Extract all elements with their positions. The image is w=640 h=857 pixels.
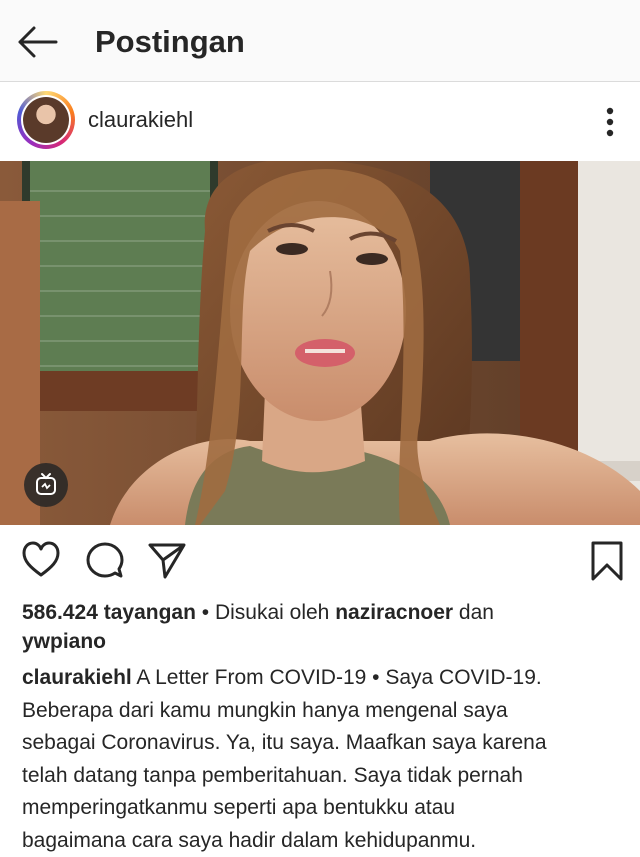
page-title: Postingan: [95, 24, 245, 59]
igtv-icon[interactable]: [24, 463, 68, 507]
separator: •: [195, 601, 215, 624]
caption-line: A Letter From COVID-19 • Saya COVID-19.: [131, 666, 542, 689]
caption-username[interactable]: claurakiehl: [22, 666, 132, 689]
action-bar: [0, 525, 640, 600]
liked-by-text: Disukai oleh: [214, 601, 336, 624]
caption-line: bagaimana cara saya hadir dalam kehidupa…: [22, 828, 477, 852]
post-caption: claurakiehl A Letter From COVID-19 • Say…: [22, 662, 626, 857]
avatar[interactable]: [17, 91, 75, 149]
top-bar: Postingan: [0, 0, 640, 82]
caption-line: sebagai Coronavirus. Ya, itu saya. Maafk…: [22, 731, 547, 754]
liked-by-user2[interactable]: ywpiano: [22, 630, 106, 653]
more-vertical-icon[interactable]: [596, 104, 624, 140]
post-stats: 586.424 tayangan • Disukai oleh naziracn…: [22, 598, 622, 656]
post-media[interactable]: [0, 161, 640, 525]
views-count[interactable]: 586.424 tayangan: [22, 601, 196, 624]
caption-line: telah datang tanpa pemberitahuan. Saya t…: [22, 763, 523, 787]
post-header: claurakiehl: [0, 82, 640, 161]
caption-line: Beberapa dari kamu mungkin hanya mengena…: [22, 698, 508, 722]
caption-line: memperingatkanmu seperti apa bentukku at…: [22, 796, 456, 819]
back-arrow-icon[interactable]: [14, 22, 60, 62]
liked-by-user[interactable]: naziracnoer: [335, 601, 453, 624]
post-username[interactable]: claurakiehl: [88, 107, 193, 133]
heart-icon[interactable]: [22, 541, 60, 584]
bookmark-icon[interactable]: [590, 541, 624, 586]
comment-icon[interactable]: [86, 541, 124, 584]
share-icon[interactable]: [148, 541, 186, 584]
liked-by-and: dan: [453, 601, 494, 624]
